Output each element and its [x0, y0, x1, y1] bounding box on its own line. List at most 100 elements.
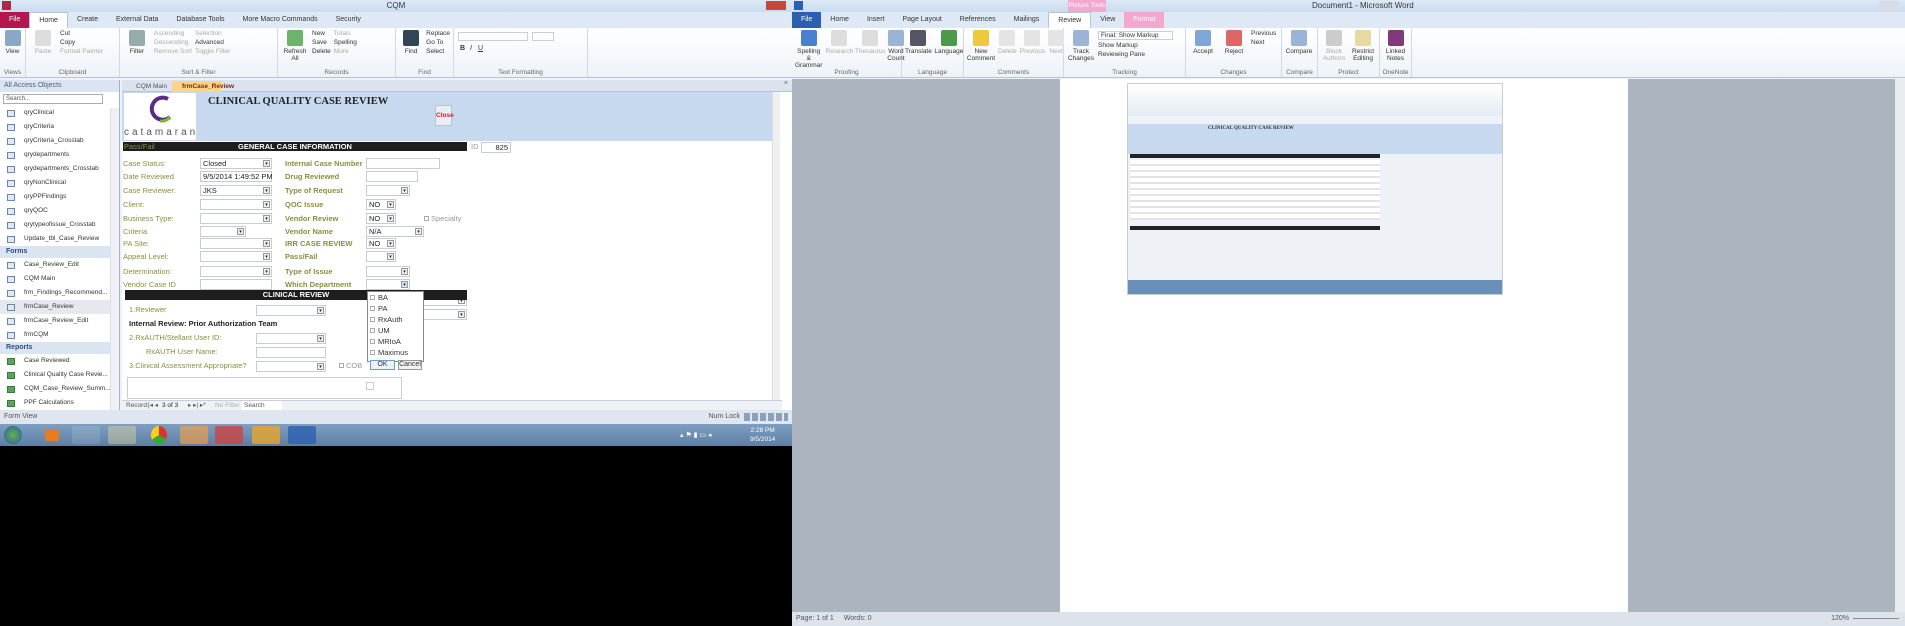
tab-mailings[interactable]: Mailings [1005, 12, 1049, 28]
qoc-issue-select[interactable]: NO ▾ [366, 199, 396, 210]
media-player-icon[interactable] [45, 429, 59, 441]
checkbox-icon[interactable] [370, 317, 375, 322]
type-of-issue-select[interactable]: ▾ [366, 266, 410, 277]
markup-mode-select[interactable]: Final: Show Markup [1098, 31, 1174, 40]
tab-insert[interactable]: Insert [858, 12, 894, 28]
pass-fail-select[interactable]: ▾ [366, 251, 396, 262]
close-button[interactable]: Close [435, 105, 454, 126]
advanced-button[interactable]: Advanced [195, 39, 230, 46]
tab-security[interactable]: Security [327, 12, 370, 28]
checkbox-icon[interactable] [370, 339, 375, 344]
chevron-down-icon[interactable]: ▾ [263, 240, 270, 247]
clock[interactable]: 2:28 PM 9/5/2014 [750, 426, 775, 444]
nav-item-query[interactable]: qryNonClinical [0, 176, 119, 190]
pa-site-select[interactable]: ▾ [200, 238, 272, 249]
nav-item-report[interactable]: Case Reviewed [0, 354, 119, 368]
nav-item-report[interactable]: PPF Calculations [0, 396, 119, 408]
case-status-select[interactable]: Closed ▾ [200, 158, 272, 169]
which-department-2-select[interactable]: ▾ [423, 309, 467, 320]
nav-item-form[interactable]: frm_Findings_Recommend... [0, 286, 119, 300]
determination-select[interactable]: ▾ [200, 266, 272, 277]
rxauth-id-select[interactable]: ▾ [256, 333, 326, 344]
internet-explorer-icon[interactable] [72, 426, 100, 444]
next-change-button[interactable]: Next [1251, 39, 1276, 46]
nav-item-form[interactable]: frmCase_Review_Edit [0, 314, 119, 328]
checkbox-icon[interactable] [370, 295, 375, 300]
tab-home[interactable]: Home [821, 12, 858, 28]
cob-checkbox[interactable] [339, 363, 344, 368]
tab-format[interactable]: Format [1124, 12, 1165, 28]
which-department-select[interactable]: ▾ [366, 279, 410, 290]
edit-notes-icon[interactable] [366, 382, 374, 390]
irr-case-review-select[interactable]: NO ▾ [366, 238, 396, 249]
type-of-request-select[interactable]: ▾ [366, 185, 410, 196]
checkbox-icon[interactable] [370, 306, 375, 311]
word-close-button[interactable] [1879, 1, 1899, 10]
internal-case-number-field[interactable] [366, 158, 440, 169]
case-reviewer-select[interactable]: JKS ▾ [200, 185, 272, 196]
save-record-button[interactable]: Save [312, 39, 331, 46]
rxauth-name-field[interactable] [256, 347, 326, 358]
reviewing-pane-button[interactable]: Reviewing Pane [1098, 51, 1173, 58]
first-record-button[interactable]: |◂ ◂ [148, 401, 158, 410]
chevron-down-icon[interactable]: ▾ [387, 215, 394, 222]
chevron-down-icon[interactable]: ▾ [387, 253, 394, 260]
pasted-screenshot-image[interactable]: CLINICAL QUALITY CASE REVIEW [1127, 83, 1503, 295]
word-vertical-scrollbar[interactable] [1895, 79, 1905, 612]
department-option[interactable]: Maximus [368, 347, 423, 358]
reviewer-select[interactable]: ▾ [256, 305, 326, 316]
access-taskbar-icon[interactable] [215, 426, 243, 444]
nav-item-query[interactable]: qrytypeofissue_Crosstab [0, 218, 119, 232]
remove-sort-button[interactable]: Remove Sort [154, 48, 192, 55]
vendor-review-select[interactable]: NO ▾ [366, 213, 396, 224]
nav-item-report[interactable]: CQM_Case_Review_Summ... [0, 382, 119, 396]
department-option[interactable]: BA [368, 292, 423, 303]
system-tray-icons[interactable]: ▴ ⚑ ▮ ▭ ◂ [680, 431, 712, 439]
chevron-down-icon[interactable]: ▾ [401, 187, 408, 194]
chevron-down-icon[interactable]: ▾ [263, 268, 270, 275]
nav-scrollbar[interactable] [110, 108, 119, 410]
nav-item-query[interactable]: qryCriteria [0, 120, 119, 134]
nav-item-query[interactable]: qrydepartments_Crosstab [0, 162, 119, 176]
underline-button[interactable]: U [478, 45, 483, 52]
nav-item-query[interactable]: qrydepartments [0, 148, 119, 162]
zoom-level[interactable]: 120% [1831, 612, 1849, 626]
doc-tab-frmcase-review[interactable]: frmCase_Review [172, 81, 234, 92]
more-button[interactable]: More [334, 48, 357, 55]
nav-section-reports[interactable]: Reports [0, 342, 119, 354]
nav-search-input[interactable]: Search... [3, 94, 103, 104]
bold-button[interactable]: B [460, 45, 465, 52]
tab-references[interactable]: References [951, 12, 1005, 28]
cut-button[interactable]: Cut [60, 30, 103, 37]
tab-file[interactable]: File [0, 12, 30, 28]
nav-item-form[interactable]: CQM Main [0, 272, 119, 286]
dropdown-cancel-button[interactable]: Cancel [398, 360, 422, 370]
document-page[interactable]: CLINICAL QUALITY CASE REVIEW [1060, 79, 1628, 612]
nav-item-query[interactable]: qryPPFindings [0, 190, 119, 204]
tab-create[interactable]: Create [68, 12, 107, 28]
chevron-down-icon[interactable]: ▾ [263, 253, 270, 260]
word-taskbar-icon[interactable] [288, 426, 316, 444]
form-scrollbar[interactable] [772, 92, 780, 400]
chevron-down-icon[interactable]: ▾ [415, 228, 422, 235]
record-search-input[interactable]: Search [242, 401, 282, 410]
chrome-icon[interactable] [151, 426, 167, 444]
doc-tab-cqm-main[interactable]: CQM Main [126, 81, 170, 92]
tab-view[interactable]: View [1091, 12, 1124, 28]
goto-button[interactable]: Go To [426, 39, 450, 46]
new-record-button[interactable]: New [312, 30, 331, 37]
department-option[interactable]: UM [368, 325, 423, 336]
chevron-down-icon[interactable]: ▾ [263, 215, 270, 222]
nav-item-query[interactable]: qryCriteria_Crosstab [0, 134, 119, 148]
tab-database-tools[interactable]: Database Tools [167, 12, 233, 28]
criteria-select[interactable]: ▾ [200, 226, 246, 237]
toggle-filter-button[interactable]: Toggle Filter [195, 48, 230, 55]
nav-item-form[interactable]: frmCase_Review [0, 300, 119, 314]
descending-button[interactable]: Descending [154, 39, 192, 46]
view-switcher-icons[interactable] [744, 413, 788, 421]
specialty-checkbox[interactable] [424, 216, 429, 221]
nav-section-forms[interactable]: Forms [0, 246, 119, 258]
client-select[interactable]: ▾ [200, 199, 272, 210]
tab-file[interactable]: File [792, 12, 822, 28]
department-option[interactable]: MRIoA [368, 336, 423, 347]
